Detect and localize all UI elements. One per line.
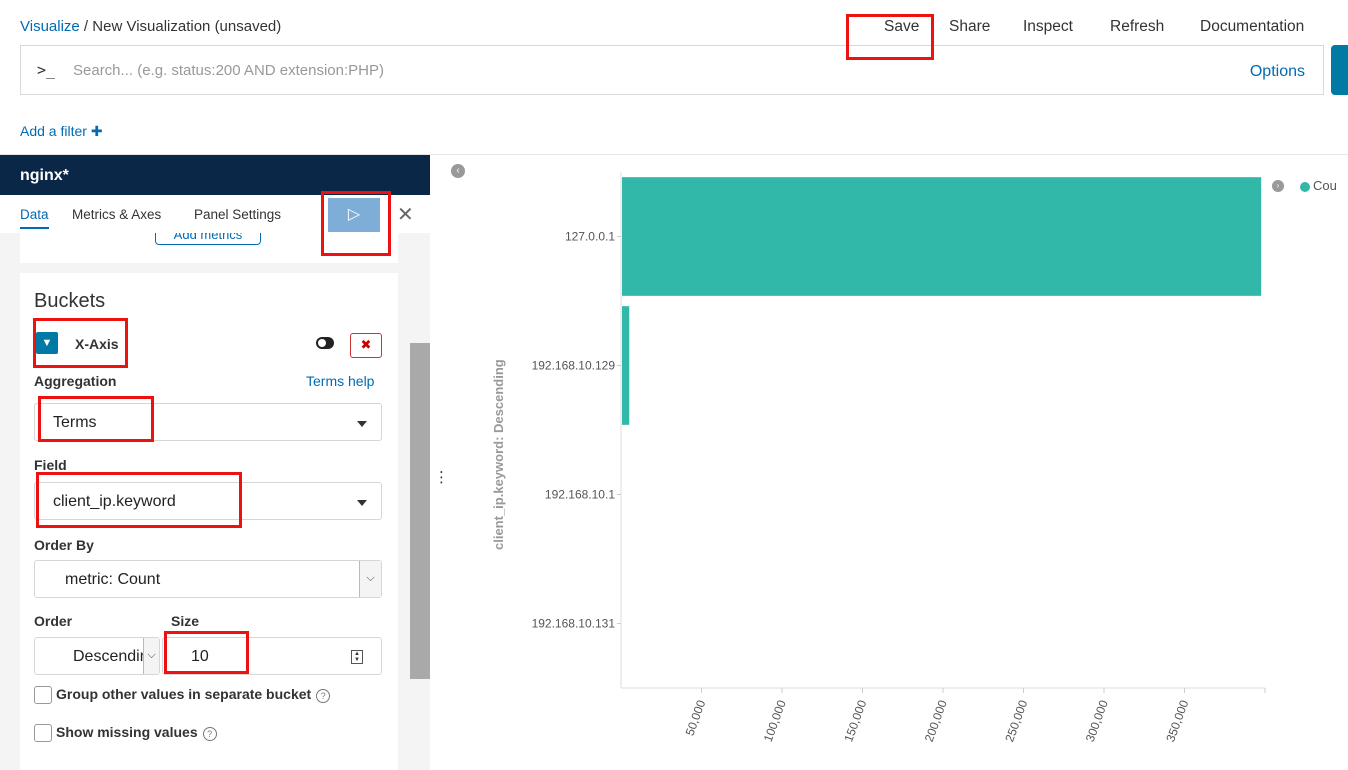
highlight-box (321, 191, 391, 256)
toggle-agg-icon[interactable] (316, 337, 334, 349)
top-bar: Visualize / New Visualization (unsaved) … (0, 0, 1348, 50)
options-button[interactable]: Options (1250, 63, 1305, 81)
legend-color-dot (1300, 181, 1310, 192)
x-tick-label: 250,000 (1002, 698, 1030, 744)
show-missing-label: Show missing values (56, 724, 198, 740)
tab-data[interactable]: Data (20, 207, 49, 229)
y-tick-label: 192.168.10.129 (532, 359, 616, 373)
highlight-box (846, 14, 934, 60)
remove-agg-button[interactable]: ✖ (350, 333, 382, 358)
legend-label: Cou (1313, 178, 1337, 193)
breadcrumb: Visualize / New Visualization (unsaved) (20, 18, 281, 35)
highlight-box (33, 318, 128, 368)
submit-query-button[interactable] (1331, 45, 1348, 95)
bar (622, 177, 1262, 296)
field-label: Field (34, 457, 67, 473)
help-icon[interactable]: ? (316, 689, 331, 703)
chevron-down-icon: ⌵ (359, 561, 381, 597)
inspect-button[interactable]: Inspect (1023, 18, 1073, 36)
order-value: Descendin (73, 648, 143, 665)
group-other-checkbox-row[interactable]: Group other values in separate bucket? (34, 686, 331, 705)
chevron-down-icon (357, 421, 367, 427)
order-by-select[interactable]: metric: Count ⌵ (34, 560, 382, 598)
y-tick-label: 192.168.10.1 (545, 488, 615, 502)
tab-metrics-axes[interactable]: Metrics & Axes (72, 207, 161, 222)
x-tick-label: 200,000 (922, 698, 950, 744)
group-other-checkbox[interactable] (34, 686, 52, 705)
bar (622, 306, 630, 425)
highlight-box (36, 472, 242, 528)
help-icon[interactable]: ? (202, 727, 217, 741)
order-by-label: Order By (34, 537, 94, 553)
breadcrumb-separator: / (79, 18, 93, 35)
chevron-down-icon: ⌵ (143, 638, 159, 674)
refresh-button[interactable]: Refresh (1110, 18, 1164, 36)
query-language-icon[interactable]: >_ (37, 61, 55, 79)
order-label: Order (34, 613, 73, 629)
plus-icon: ✚ (90, 123, 103, 139)
order-by-value: metric: Count (65, 571, 161, 588)
aggregation-label: Aggregation (34, 373, 117, 389)
terms-help-link[interactable]: Terms help (306, 373, 374, 389)
buckets-title: Buckets (34, 290, 106, 312)
add-filter-label: Add a filter (20, 123, 87, 139)
search-input[interactable]: Search... (e.g. status:200 AND extension… (73, 62, 384, 79)
stepper-icon[interactable]: ▲ ▼ (351, 650, 363, 664)
chart-legend[interactable]: Cou (1300, 178, 1337, 193)
order-select[interactable]: Descendin ⌵ (34, 637, 160, 675)
x-tick-label: 350,000 (1163, 698, 1191, 744)
add-filter-button[interactable]: Add a filter ✚ (20, 123, 103, 140)
highlight-box (164, 631, 249, 674)
tab-panel-settings[interactable]: Panel Settings (194, 207, 281, 222)
bar-chart: 127.0.0.1 192.168.10.129 192.168.10.1 192.1… (532, 172, 1266, 744)
documentation-link[interactable]: Documentation (1200, 18, 1304, 36)
show-missing-checkbox-row[interactable]: Show missing values? (34, 724, 217, 743)
x-tick-label: 50,000 (683, 698, 709, 738)
x-tick-label: 150,000 (841, 698, 869, 744)
sidebar-scrollbar-thumb[interactable] (410, 343, 430, 679)
index-pattern-title: nginx* (0, 155, 430, 195)
size-label: Size (171, 613, 200, 629)
close-icon: ✖ (360, 337, 372, 352)
y-axis-title: client_ip.keyword: Descending (491, 359, 506, 550)
chevron-down-icon (357, 500, 367, 506)
y-tick-label: 127.0.0.1 (565, 230, 615, 244)
query-bar[interactable]: >_ Search... (e.g. status:200 AND extens… (20, 45, 1324, 95)
add-metrics-button[interactable]: Add metrics (155, 233, 261, 245)
x-tick-label: 300,000 (1083, 698, 1111, 744)
breadcrumb-visualize-link[interactable]: Visualize (20, 18, 80, 35)
filter-bar: Add a filter ✚ (0, 103, 1348, 155)
close-icon[interactable]: ✕ (397, 202, 414, 227)
x-tick-label: 100,000 (761, 698, 789, 744)
share-button[interactable]: Share (949, 18, 990, 36)
highlight-box (38, 396, 154, 442)
group-other-label: Group other values in separate bucket (56, 686, 312, 702)
show-missing-checkbox[interactable] (34, 724, 52, 743)
y-tick-label: 192.168.10.131 (532, 617, 616, 631)
page-title: New Visualization (unsaved) (92, 18, 282, 35)
